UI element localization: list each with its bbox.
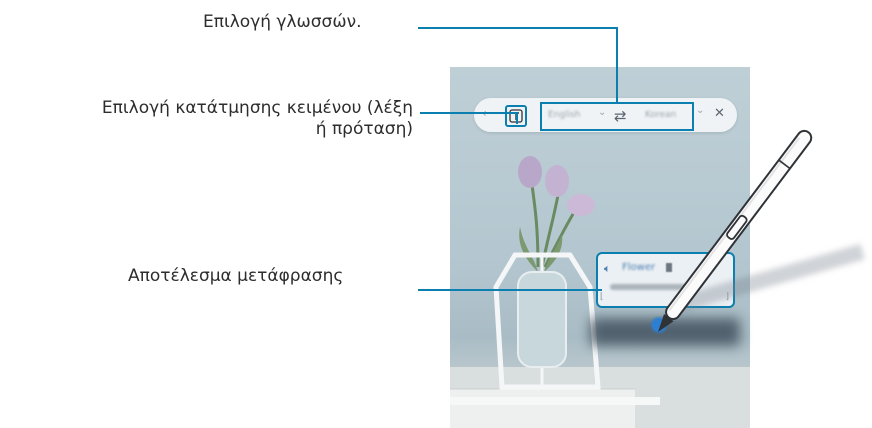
callout-language-selection: Επιλογή γλωσσών.: [203, 12, 362, 32]
callout-translation-result: Αποτέλεσμα μετάφρασης: [128, 266, 344, 286]
callout-line-language-v: [616, 27, 618, 104]
s-pen-illustration: [658, 129, 813, 332]
source-language[interactable]: English: [548, 110, 581, 120]
target-dropdown-icon[interactable]: ⌄: [696, 105, 704, 116]
callout-line-text-unit-h: [420, 112, 518, 114]
callout-line-result-h: [418, 289, 602, 291]
swap-arrows-icon[interactable]: ⇄: [614, 107, 627, 125]
callout-text-unit-line2: ή πρόταση): [315, 119, 413, 139]
callout-text-unit: Επιλογή κατάτμησης κειμένου (λέξη ή πρότ…: [10, 98, 413, 140]
speaker-icon[interactable]: 🔈︎: [604, 262, 611, 276]
result-corner-left: ⌊: [600, 292, 604, 302]
callout-line-language-h: [418, 27, 618, 29]
callout-line-text-unit-v: [516, 112, 518, 124]
callout-text-unit-line1: Επιλογή κατάτμησης κειμένου (λέξη: [101, 98, 413, 118]
source-dropdown-icon[interactable]: ⌄: [598, 107, 606, 118]
